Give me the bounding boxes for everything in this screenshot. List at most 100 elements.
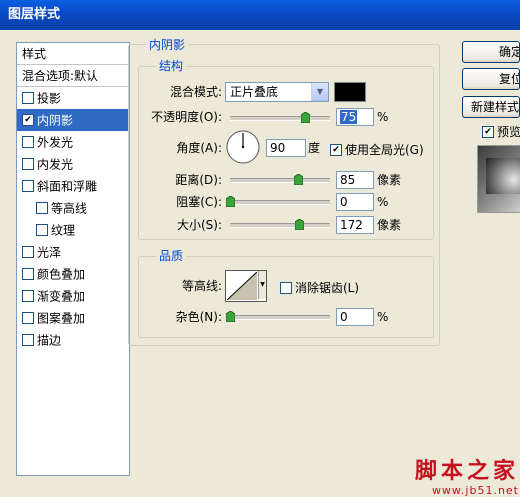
window-title: 图层样式 xyxy=(8,7,61,22)
preview-label: 预览 xyxy=(497,125,520,139)
style-item[interactable]: 等高线 xyxy=(17,197,129,219)
blend-mode-value: 正片叠底 xyxy=(230,85,279,99)
contour-dropdown-icon: ▼ xyxy=(258,271,266,299)
style-item[interactable]: 颜色叠加 xyxy=(17,263,129,285)
distance-slider-thumb[interactable] xyxy=(294,174,303,185)
style-item-checkbox-icon[interactable] xyxy=(22,333,34,346)
shadow-color-swatch[interactable] xyxy=(334,82,366,102)
distance-unit: 像素 xyxy=(377,173,402,187)
style-item-checkbox-icon[interactable] xyxy=(36,201,48,214)
preview-check-icon: ✔ xyxy=(482,125,494,138)
ok-button-label: 确定 xyxy=(499,45,519,59)
window-titlebar[interactable]: 图层样式 xyxy=(0,0,520,30)
choke-slider-thumb[interactable] xyxy=(226,196,235,207)
style-item[interactable]: 斜面和浮雕 xyxy=(17,175,129,197)
style-item[interactable]: 外发光 xyxy=(17,131,129,153)
ok-button[interactable]: 确定 xyxy=(462,41,520,63)
watermark-logo: 脚本之家 xyxy=(414,458,519,484)
structure-title: 结构 xyxy=(156,59,187,73)
size-label: 大小(S): xyxy=(176,218,222,232)
noise-value: 0 xyxy=(340,310,348,324)
distance-slider[interactable] xyxy=(230,178,330,183)
antialias-check-icon xyxy=(280,281,292,294)
preview-checkbox[interactable]: ✔ 预览 xyxy=(482,123,520,140)
angle-field[interactable]: 90 xyxy=(266,139,306,157)
style-item-checkbox-icon[interactable]: ✔ xyxy=(22,113,34,126)
style-item[interactable]: 投影 xyxy=(17,87,129,109)
opacity-value: 75 xyxy=(340,110,358,124)
distance-field[interactable]: 85 xyxy=(336,171,374,189)
style-item[interactable]: 纹理 xyxy=(17,219,129,241)
style-item[interactable]: ✔ 内阴影 xyxy=(17,109,129,131)
contour-picker[interactable]: ▼ xyxy=(225,270,267,302)
style-list: 样式 混合选项:默认 投影 ✔ 内阴影 外发光 内发光 斜面和浮雕 等高线 纹理 光泽 颜色叠加渐… xyxy=(16,42,130,476)
opacity-unit: % xyxy=(377,110,389,124)
style-item-checkbox-icon[interactable] xyxy=(22,311,34,324)
style-item-label: 纹理 xyxy=(51,223,76,238)
reset-button[interactable]: 复位 xyxy=(462,68,520,90)
noise-slider-thumb[interactable] xyxy=(226,311,235,322)
style-item[interactable]: 光泽 xyxy=(17,241,129,263)
angle-label: 角度(A): xyxy=(176,141,222,155)
style-list-header[interactable]: 样式 xyxy=(17,43,129,65)
style-item-label: 等高线 xyxy=(51,201,88,216)
opacity-slider-thumb[interactable] xyxy=(301,112,310,123)
angle-value: 90 xyxy=(270,141,286,155)
style-list-header-label: 样式 xyxy=(22,47,47,61)
global-light-check-icon: ✔ xyxy=(330,143,342,156)
blend-options-label: 混合选项:默认 xyxy=(22,69,99,83)
style-item-checkbox-icon[interactable] xyxy=(22,157,34,170)
style-item-label: 斜面和浮雕 xyxy=(37,179,98,194)
style-item-label: 内阴影 xyxy=(37,113,74,128)
style-preview xyxy=(477,145,520,213)
opacity-slider[interactable] xyxy=(230,116,330,121)
watermark: 脚本之家 www.jb51.net xyxy=(399,458,519,497)
new-style-button-label: 新建样式... xyxy=(471,100,520,114)
noise-slider[interactable] xyxy=(230,315,330,320)
size-slider-thumb[interactable] xyxy=(295,219,304,230)
style-item-checkbox-icon[interactable] xyxy=(22,245,34,258)
style-item-checkbox-icon[interactable] xyxy=(22,91,34,104)
style-item[interactable]: 描边 xyxy=(17,329,129,351)
style-item[interactable]: 图案叠加 xyxy=(17,307,129,329)
noise-label: 杂色(N): xyxy=(175,310,222,324)
reset-button-label: 复位 xyxy=(499,72,519,86)
noise-field[interactable]: 0 xyxy=(336,308,374,326)
style-item[interactable]: 渐变叠加 xyxy=(17,285,129,307)
contour-label: 等高线: xyxy=(181,279,222,293)
style-item[interactable]: 内发光 xyxy=(17,153,129,175)
opacity-field[interactable]: 75 xyxy=(336,108,374,126)
watermark-url: www.jb51.net xyxy=(431,484,519,497)
style-item-checkbox-icon[interactable] xyxy=(22,289,34,302)
choke-field[interactable]: 0 xyxy=(336,193,374,211)
size-slider[interactable] xyxy=(230,223,330,228)
global-light-checkbox[interactable]: ✔ 使用全局光(G) xyxy=(330,141,424,158)
antialias-label: 消除锯齿(L) xyxy=(295,281,360,295)
new-style-button[interactable]: 新建样式... xyxy=(462,96,520,118)
noise-unit: % xyxy=(377,310,389,324)
style-item-checkbox-icon[interactable] xyxy=(22,135,34,148)
style-item-label: 光泽 xyxy=(37,245,62,260)
size-unit: 像素 xyxy=(377,218,402,232)
quality-title: 品质 xyxy=(156,249,187,263)
style-item-checkbox-icon[interactable] xyxy=(36,223,48,236)
style-item-checkbox-icon[interactable] xyxy=(22,179,34,192)
choke-value: 0 xyxy=(340,195,348,209)
choke-slider[interactable] xyxy=(230,200,330,205)
angle-dial[interactable] xyxy=(225,129,261,165)
style-item-label: 外发光 xyxy=(37,135,74,150)
blend-mode-select[interactable]: 正片叠底 ▼ xyxy=(225,82,329,102)
dialog-body: 样式 混合选项:默认 投影 ✔ 内阴影 外发光 内发光 斜面和浮雕 等高线 纹理 光泽 颜色叠加渐… xyxy=(4,30,520,497)
opacity-label: 不透明度(O): xyxy=(151,110,222,124)
distance-value: 85 xyxy=(340,173,356,187)
style-preview-swatch xyxy=(486,158,520,194)
choke-label: 阻塞(C): xyxy=(176,195,222,209)
size-field[interactable]: 172 xyxy=(336,216,374,234)
blend-options-item[interactable]: 混合选项:默认 xyxy=(17,65,129,87)
global-light-label: 使用全局光(G) xyxy=(345,143,424,157)
blend-mode-label: 混合模式: xyxy=(169,85,222,99)
angle-unit: 度 xyxy=(308,141,321,155)
antialias-checkbox[interactable]: 消除锯齿(L) xyxy=(280,279,359,296)
style-item-checkbox-icon[interactable] xyxy=(22,267,34,280)
choke-unit: % xyxy=(377,195,389,209)
